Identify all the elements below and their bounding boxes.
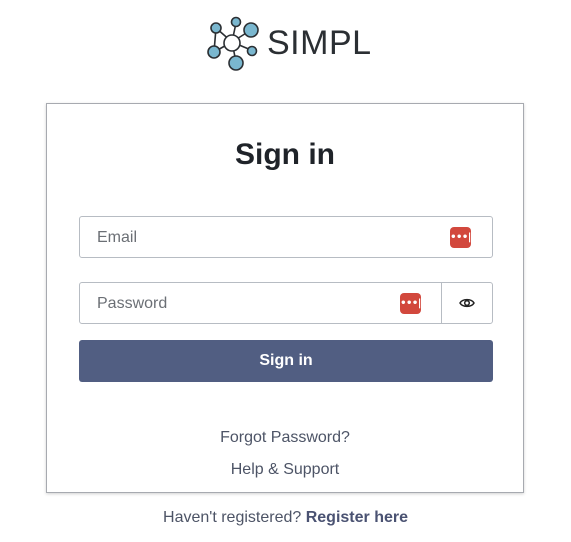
register-prompt: Haven't registered? Register here [0,509,571,527]
password-input[interactable] [95,283,419,325]
email-input[interactable] [95,217,419,259]
signin-button[interactable]: Sign in [79,340,493,382]
password-field[interactable]: •••| [79,282,493,325]
register-link[interactable]: Register here [306,509,408,526]
toggle-password-visibility-button[interactable] [441,283,492,323]
signin-card: Sign in •••| •••| Sign in Forgot Passwor… [46,103,524,493]
brand-logo: SIMPL [205,14,372,72]
password-manager-icon[interactable]: •••| [400,293,421,314]
molecule-network-icon [207,16,259,71]
email-field[interactable]: •••| [79,216,493,259]
eye-icon [459,298,475,308]
help-support-link[interactable]: Help & Support [47,461,523,479]
brand-name: SIMPL [267,23,372,62]
password-manager-icon[interactable]: •••| [450,227,471,248]
page-title: Sign in [235,138,335,171]
forgot-password-link[interactable]: Forgot Password? [47,429,523,447]
register-prompt-text: Haven't registered? [163,509,302,526]
